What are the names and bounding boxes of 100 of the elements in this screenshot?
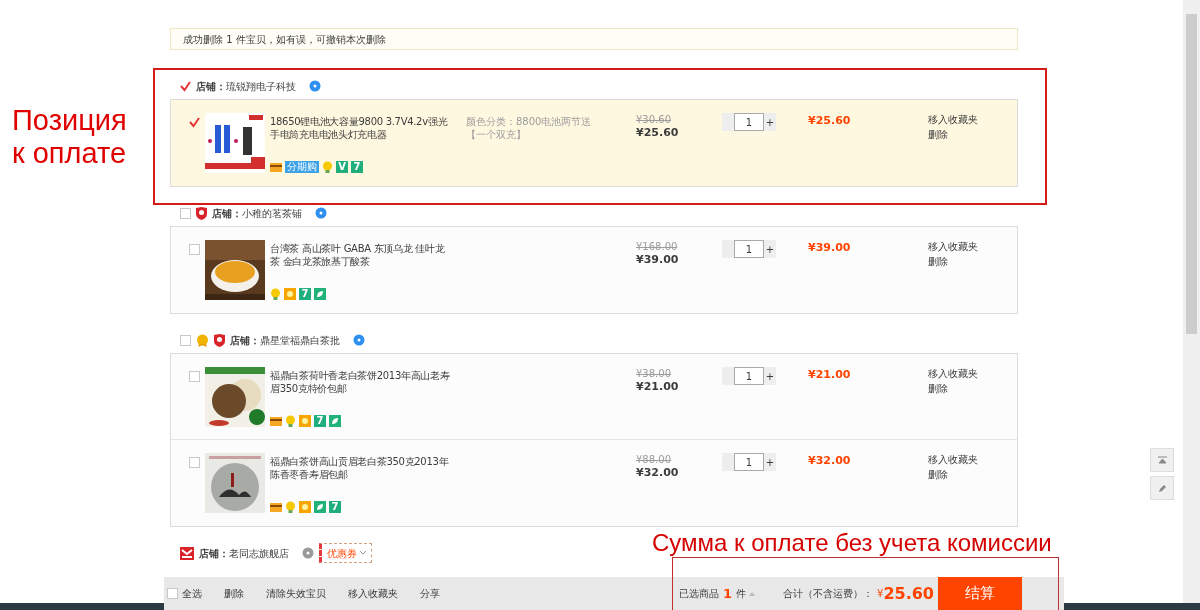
service-badge: 7 bbox=[314, 415, 326, 427]
action-link[interactable]: 移入收藏夹 bbox=[928, 367, 978, 380]
store-icon bbox=[180, 546, 194, 560]
card-icon bbox=[270, 162, 282, 172]
leaf-icon bbox=[314, 288, 326, 300]
checkbox[interactable] bbox=[180, 334, 191, 346]
checkbox[interactable] bbox=[189, 457, 200, 468]
coupon-dropdown[interactable]: 优惠券 bbox=[319, 543, 372, 563]
service-badge: 7 bbox=[351, 161, 363, 173]
leaf-icon bbox=[314, 501, 326, 513]
quantity-field[interactable]: 1 bbox=[734, 240, 764, 258]
original-price: ¥30.60 bbox=[636, 113, 671, 126]
service-badge: V bbox=[336, 161, 348, 173]
shop-label: 店铺： bbox=[199, 546, 229, 561]
total-amount: 25.60 bbox=[883, 582, 934, 605]
caret-up-icon[interactable] bbox=[749, 591, 755, 596]
medal-icon bbox=[196, 333, 209, 347]
sun-icon bbox=[299, 501, 311, 513]
footer-link[interactable]: 移入收藏夹 bbox=[348, 586, 398, 601]
back-to-top-button[interactable] bbox=[1150, 448, 1174, 472]
product-title[interactable]: 福鼎白茶饼高山贡眉老白茶350克2013年陈香枣香寿眉包邮 bbox=[270, 453, 452, 481]
original-price: ¥168.00 bbox=[636, 240, 678, 253]
checkbox[interactable] bbox=[189, 244, 200, 255]
increase-button[interactable]: + bbox=[764, 240, 776, 258]
scrollbar-thumb[interactable] bbox=[1186, 14, 1197, 334]
sun-icon bbox=[299, 415, 311, 427]
quantity-field[interactable]: 1 bbox=[734, 453, 764, 471]
decrease-button[interactable] bbox=[722, 240, 734, 258]
bulb-icon bbox=[322, 161, 333, 173]
unit-price: ¥25.60 bbox=[636, 126, 679, 139]
shield-icon bbox=[196, 206, 207, 220]
checkbox[interactable] bbox=[167, 588, 178, 599]
service-badge: 7 bbox=[299, 288, 311, 300]
checkbox[interactable] bbox=[180, 207, 191, 219]
subtotal: ¥32.00 bbox=[808, 454, 851, 467]
bulb-icon bbox=[270, 288, 281, 300]
subtotal: ¥21.00 bbox=[808, 368, 851, 381]
action-link[interactable]: 删除 bbox=[928, 128, 948, 141]
unit-price: ¥21.00 bbox=[636, 380, 679, 393]
edit-button[interactable] bbox=[1150, 476, 1174, 500]
subtotal: ¥39.00 bbox=[808, 241, 851, 254]
select-all-label[interactable]: 全选 bbox=[182, 586, 202, 601]
caret-icon bbox=[360, 551, 366, 555]
checkbox[interactable] bbox=[180, 80, 191, 92]
action-link[interactable]: 移入收藏夹 bbox=[928, 113, 978, 126]
shop-name[interactable]: 鼎星堂福鼎白茶批 bbox=[260, 332, 340, 348]
product-title[interactable]: 台湾茶 高山茶叶 GABA 东顶乌龙 佳叶龙茶 金白龙茶旅基丁酸茶 bbox=[270, 240, 452, 268]
quantity-field[interactable]: 1 bbox=[734, 113, 764, 131]
sun-icon bbox=[284, 288, 296, 300]
total-label: 合计（不含运费）： bbox=[783, 587, 873, 601]
selected-count: 1 bbox=[722, 584, 732, 603]
checkbox[interactable] bbox=[189, 371, 200, 382]
shop-label: 店铺： bbox=[230, 333, 260, 348]
unit-price: ¥39.00 bbox=[636, 253, 679, 266]
annotation-text: Позиция к оплате bbox=[12, 104, 128, 170]
decrease-button[interactable] bbox=[722, 453, 734, 471]
increase-button[interactable]: + bbox=[764, 113, 776, 131]
increase-button[interactable]: + bbox=[764, 367, 776, 385]
installment-badge: 分期购 bbox=[285, 161, 319, 173]
shop-label: 店铺： bbox=[196, 79, 226, 94]
chat-icon[interactable] bbox=[309, 80, 321, 92]
decrease-button[interactable] bbox=[722, 367, 734, 385]
shop-name[interactable]: 小稚的茗茶铺 bbox=[242, 205, 302, 221]
decrease-button[interactable] bbox=[722, 113, 734, 131]
shop-name[interactable]: 琉锐翔电子科技 bbox=[226, 78, 296, 94]
product-title[interactable]: 福鼎白茶荷叶香老白茶饼2013年高山老寿眉350克特价包邮 bbox=[270, 367, 452, 395]
action-link[interactable]: 删除 bbox=[928, 468, 948, 481]
service-badge: 7 bbox=[329, 501, 341, 513]
bulb-icon bbox=[285, 415, 296, 427]
action-link[interactable]: 移入收藏夹 bbox=[928, 453, 978, 466]
product-title[interactable]: 18650锂电池大容量9800 3.7V4.2v强光手电筒充电电池头灯充电器 bbox=[270, 113, 452, 141]
chat-icon[interactable] bbox=[315, 207, 327, 219]
unit-price: ¥32.00 bbox=[636, 466, 679, 479]
card-icon bbox=[270, 502, 282, 512]
shield-icon bbox=[214, 333, 225, 347]
leaf-icon bbox=[329, 415, 341, 427]
bulb-icon bbox=[285, 501, 296, 513]
action-link[interactable]: 删除 bbox=[928, 382, 948, 395]
notice-bar: 成功删除 1 件宝贝，如有误，可撤销本次删除 bbox=[170, 28, 1018, 50]
action-link[interactable]: 移入收藏夹 bbox=[928, 240, 978, 253]
original-price: ¥38.00 bbox=[636, 367, 671, 380]
selected-label: 已选商品 bbox=[678, 587, 719, 601]
shop-label: 店铺： bbox=[212, 206, 242, 221]
original-price: ¥88.00 bbox=[636, 453, 671, 466]
quantity-field[interactable]: 1 bbox=[734, 367, 764, 385]
footer-link[interactable]: 删除 bbox=[224, 586, 244, 601]
scrollbar[interactable] bbox=[1183, 0, 1200, 603]
card-icon bbox=[270, 416, 282, 426]
chat-icon[interactable] bbox=[353, 334, 365, 346]
annotation-text: Сумма к оплате без учета комиссии bbox=[652, 529, 1052, 557]
pencil-icon bbox=[1157, 483, 1167, 493]
action-link[interactable]: 删除 bbox=[928, 255, 948, 268]
selected-unit: 件 bbox=[736, 587, 746, 601]
chat-icon[interactable] bbox=[302, 547, 314, 559]
increase-button[interactable]: + bbox=[764, 453, 776, 471]
footer-link[interactable]: 分享 bbox=[420, 586, 440, 601]
shop-name[interactable]: 老同志旗舰店 bbox=[229, 545, 289, 561]
footer-link[interactable]: 清除失效宝贝 bbox=[266, 586, 326, 601]
subtotal: ¥25.60 bbox=[808, 114, 851, 127]
checkbox[interactable] bbox=[189, 117, 200, 128]
